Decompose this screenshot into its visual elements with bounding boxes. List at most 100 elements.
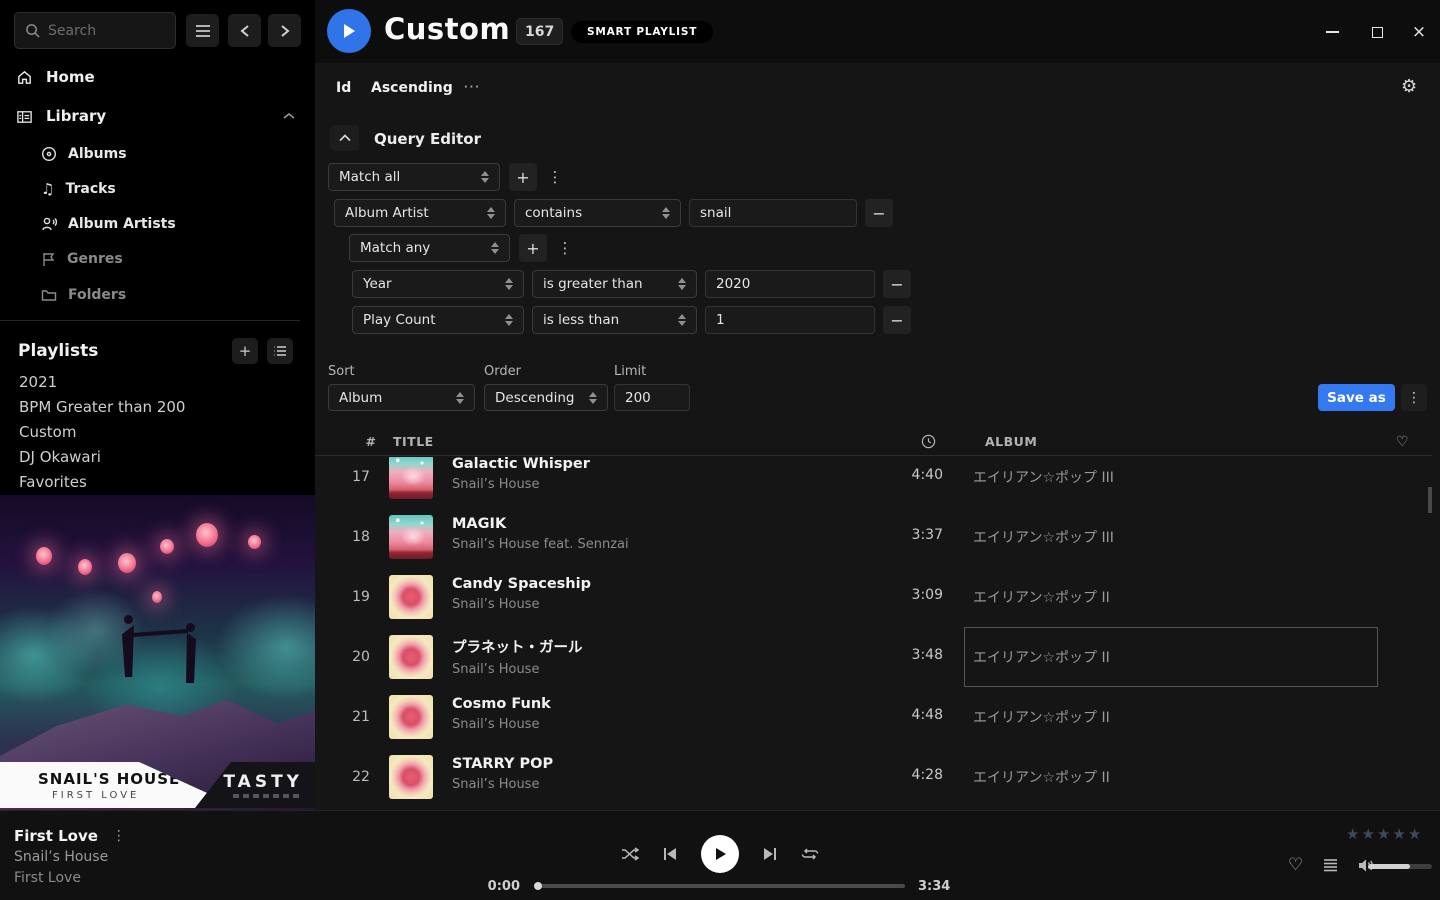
more-options-icon[interactable]: ⋯ (463, 77, 481, 97)
window-minimize-button[interactable] (1322, 22, 1342, 42)
star-icon[interactable]: ★ (1377, 825, 1390, 843)
playlist-item[interactable]: DJ Okawari (0, 444, 300, 469)
star-icon[interactable]: ★ (1392, 825, 1405, 843)
rule-field-select[interactable]: Year (352, 270, 524, 298)
sort-field-button[interactable]: Id (336, 80, 351, 96)
track-count-badge: 167 (516, 18, 563, 45)
seek-bar[interactable] (535, 884, 905, 888)
previous-button[interactable] (663, 847, 677, 861)
sort-select[interactable]: Album (328, 384, 475, 411)
play-playlist-button[interactable] (327, 9, 371, 53)
remove-rule-button[interactable]: − (865, 199, 893, 227)
now-playing-title[interactable]: First Love (14, 827, 98, 845)
match-type-select[interactable]: Match any (349, 234, 510, 262)
now-playing-options-icon[interactable]: ⋮ (112, 828, 126, 844)
sidebar-item-home[interactable]: Home (0, 62, 315, 92)
repeat-button[interactable] (801, 847, 819, 861)
remove-rule-button[interactable]: − (883, 270, 911, 298)
track-duration: 4:48 (855, 707, 943, 723)
playlist-list-button[interactable] (267, 338, 293, 364)
sidebar-item-folders[interactable]: Folders (0, 281, 315, 309)
collapse-query-editor-button[interactable] (330, 125, 359, 151)
rule-value-input[interactable] (705, 306, 875, 334)
sidebar-item-albums[interactable]: Albums (0, 140, 315, 168)
track-album[interactable]: エイリアン☆ポップ II (973, 767, 1110, 787)
track-album[interactable]: エイリアン☆ポップ III (973, 527, 1114, 547)
play-pause-button[interactable] (701, 835, 739, 873)
nav-forward-button[interactable] (268, 14, 301, 47)
chevron-up-icon[interactable] (283, 112, 295, 120)
limit-input[interactable] (614, 384, 690, 411)
col-title[interactable]: TITLE (393, 434, 434, 449)
group-options-icon[interactable]: ⋮ (546, 163, 564, 191)
track-artist[interactable]: Snail’s House feat. Sennzai (452, 537, 629, 552)
scrollbar-thumb[interactable] (1428, 487, 1432, 513)
shuffle-button[interactable] (621, 847, 639, 861)
add-rule-button[interactable]: + (509, 163, 537, 191)
window-close-button[interactable]: × (1409, 22, 1429, 42)
group-options-icon[interactable]: ⋮ (556, 234, 574, 262)
search-box[interactable] (14, 12, 176, 49)
table-row[interactable]: 21 Cosmo FunkSnail’s House 4:48 エイリアン☆ポッ… (315, 687, 1432, 747)
sidebar-item-library[interactable]: Library (0, 101, 315, 131)
track-artist[interactable]: Snail’s House (452, 662, 583, 677)
sort-direction-button[interactable]: Ascending (371, 80, 453, 96)
volume-slider[interactable] (1368, 864, 1432, 869)
track-artist[interactable]: Snail’s House (452, 717, 551, 732)
order-select[interactable]: Descending (484, 384, 608, 411)
save-options-icon[interactable]: ⋮ (1401, 384, 1427, 411)
track-album[interactable]: エイリアン☆ポップ II (973, 647, 1110, 667)
now-playing-cover-art[interactable]: SNAIL'S HOUSE FIRST LOVE TASTY (0, 495, 315, 810)
sidebar-item-tracks[interactable]: ♫ Tracks (0, 175, 315, 203)
playlist-item[interactable]: BPM Greater than 200 (0, 394, 300, 419)
sidebar-item-label: Album Artists (68, 216, 176, 232)
table-row[interactable]: 22 STARRY POPSnail’s House 4:28 エイリアン☆ポッ… (315, 747, 1432, 807)
star-icon[interactable]: ★ (1346, 825, 1359, 843)
remove-rule-button[interactable]: − (883, 306, 911, 334)
col-index[interactable]: # (353, 434, 389, 449)
add-rule-button[interactable]: + (519, 234, 547, 262)
track-artist[interactable]: Snail’s House (452, 477, 590, 492)
sidebar-item-album-artists[interactable]: Album Artists (0, 210, 315, 238)
track-album[interactable]: エイリアン☆ポップ III (973, 467, 1114, 487)
track-album[interactable]: エイリアン☆ポップ II (973, 707, 1110, 727)
rule-operator-select[interactable]: is less than (532, 306, 697, 334)
rule-value-input[interactable] (689, 199, 857, 227)
playlist-item[interactable]: Custom (0, 419, 300, 444)
table-row[interactable]: 18 MAGIKSnail’s House feat. Sennzai 3:37… (315, 507, 1432, 567)
favorite-heart-icon[interactable]: ♡ (1396, 434, 1409, 450)
search-input[interactable] (48, 23, 165, 39)
save-as-button[interactable]: Save as (1318, 384, 1395, 411)
rule-field-select[interactable]: Play Count (352, 306, 524, 334)
track-artist[interactable]: Snail’s House (452, 777, 553, 792)
queue-button[interactable] (1323, 858, 1338, 872)
playlist-item[interactable]: 2021 (0, 369, 300, 394)
next-button[interactable] (763, 847, 777, 861)
menu-button[interactable] (186, 14, 219, 47)
track-artist[interactable]: Snail’s House (452, 597, 591, 612)
table-row[interactable]: 17 Galactic WhisperSnail’s House 4:40 エイ… (315, 457, 1432, 507)
now-playing-album[interactable]: First Love (14, 870, 81, 886)
select-value: Play Count (363, 312, 436, 328)
duration-clock-icon[interactable] (921, 434, 936, 449)
table-row[interactable]: 20 プラネット・ガールSnail’s House 3:48 エイリアン☆ポップ… (315, 627, 1432, 687)
gear-icon[interactable]: ⚙ (1401, 76, 1417, 97)
star-icon[interactable]: ★ (1408, 825, 1421, 843)
match-type-select[interactable]: Match all (328, 163, 500, 191)
rule-value-input[interactable] (705, 270, 875, 298)
nav-back-button[interactable] (228, 14, 261, 47)
add-playlist-button[interactable]: + (232, 338, 258, 364)
star-icon[interactable]: ★ (1361, 825, 1374, 843)
now-playing-artist[interactable]: Snail’s House (14, 849, 108, 865)
rule-operator-select[interactable]: is greater than (532, 270, 697, 298)
window-maximize-button[interactable] (1367, 22, 1387, 42)
playlist-item[interactable]: Favorites (0, 469, 300, 494)
table-row[interactable]: 19 Candy SpaceshipSnail’s House 3:09 エイリ… (315, 567, 1432, 627)
favorite-heart-icon[interactable]: ♡ (1288, 855, 1303, 875)
rule-operator-select[interactable]: contains (514, 199, 681, 227)
track-album[interactable]: エイリアン☆ポップ II (973, 587, 1110, 607)
seek-handle[interactable] (534, 882, 542, 890)
rule-field-select[interactable]: Album Artist (334, 199, 506, 227)
col-album[interactable]: ALBUM (985, 434, 1037, 449)
sidebar-item-genres[interactable]: Genres (0, 245, 315, 273)
